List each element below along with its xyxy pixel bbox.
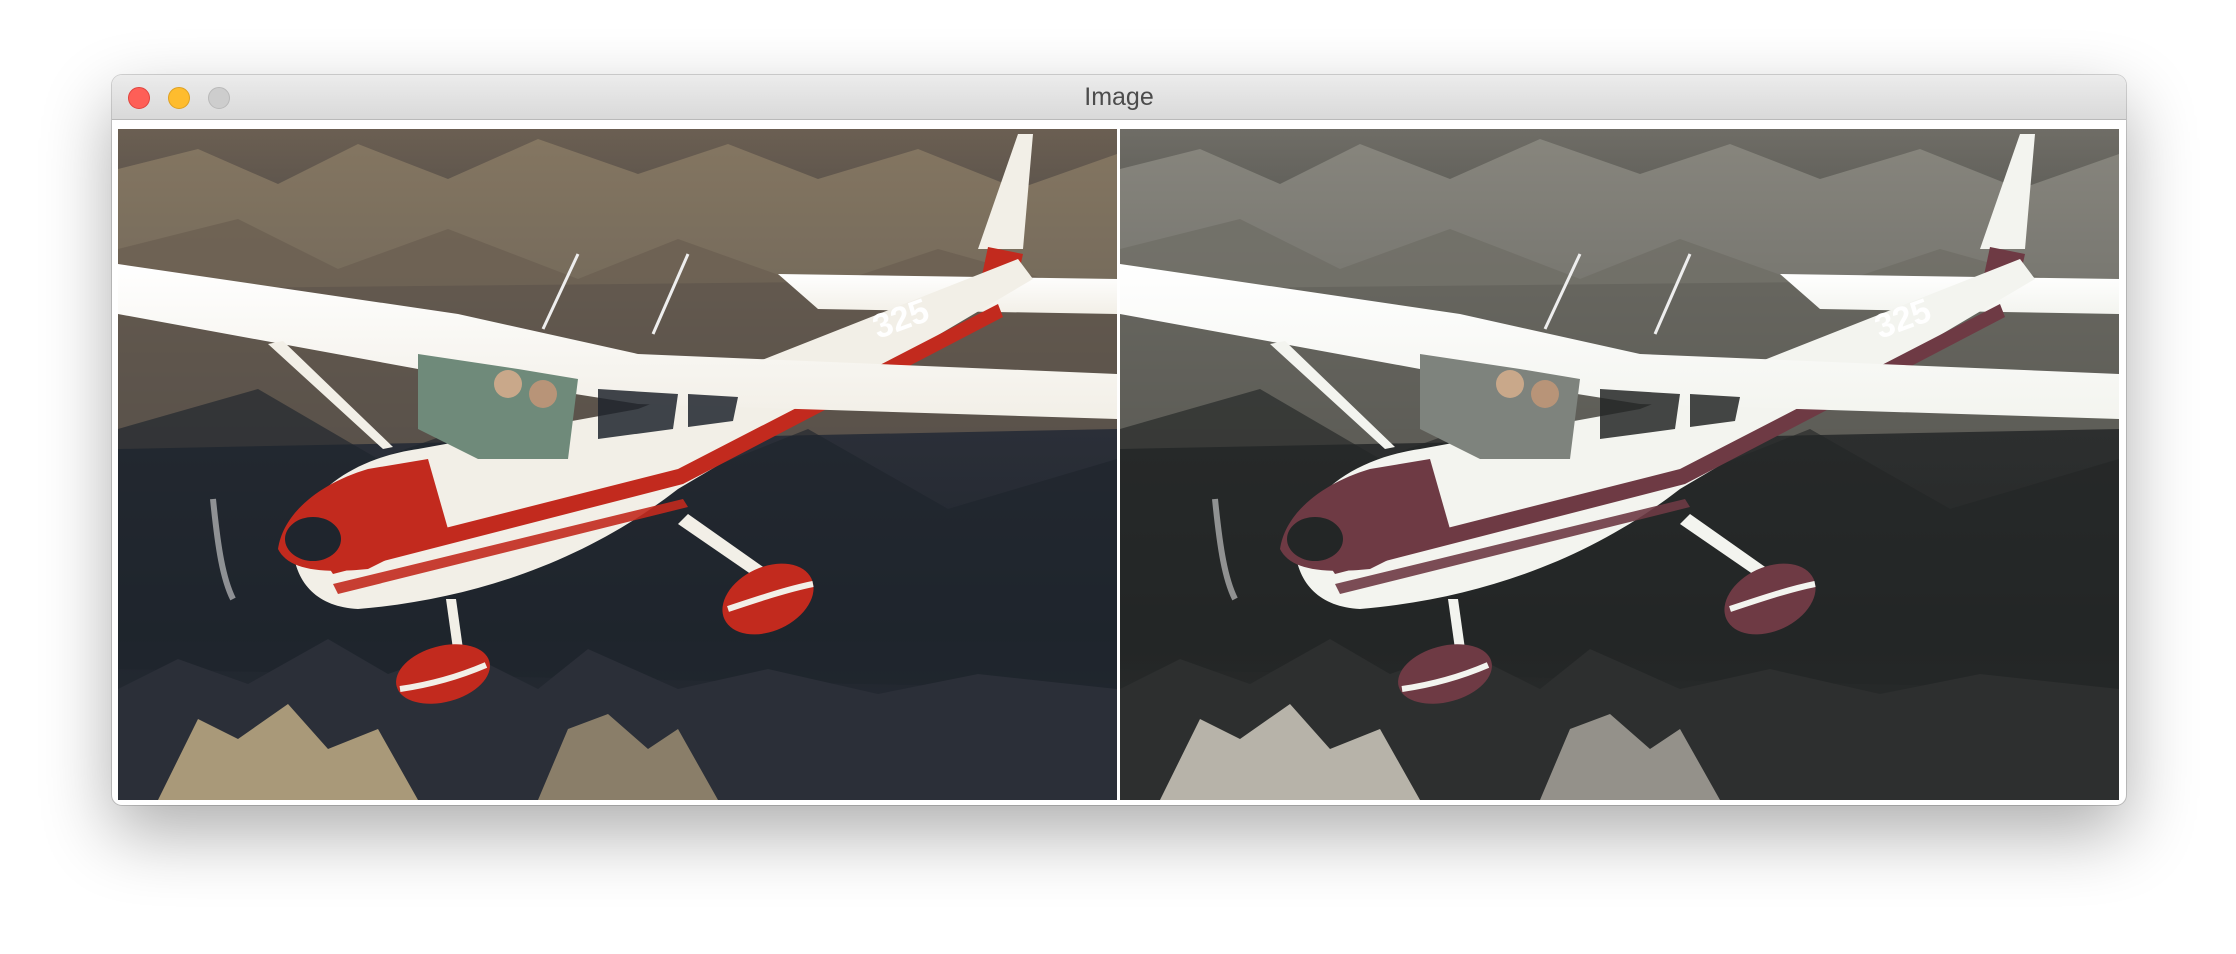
engine-intake <box>1287 517 1343 561</box>
processed-image-pane: 325 <box>1120 129 2119 800</box>
copilot-head <box>1531 380 1559 408</box>
pilot-head <box>1496 370 1524 398</box>
original-airplane-image: 325 <box>118 129 1117 800</box>
image-window: Image 325 325 <box>112 75 2126 805</box>
pilot-head <box>494 370 522 398</box>
original-image-pane: 325 <box>118 129 1117 800</box>
engine-intake <box>285 517 341 561</box>
title-bar[interactable]: Image <box>112 75 2126 120</box>
image-content: 325 325 <box>118 129 2119 800</box>
window-title: Image <box>1084 83 1154 111</box>
desktop: Image 325 325 <box>0 0 2236 954</box>
copilot-head <box>529 380 557 408</box>
processed-airplane-image: 325 <box>1120 129 2119 800</box>
